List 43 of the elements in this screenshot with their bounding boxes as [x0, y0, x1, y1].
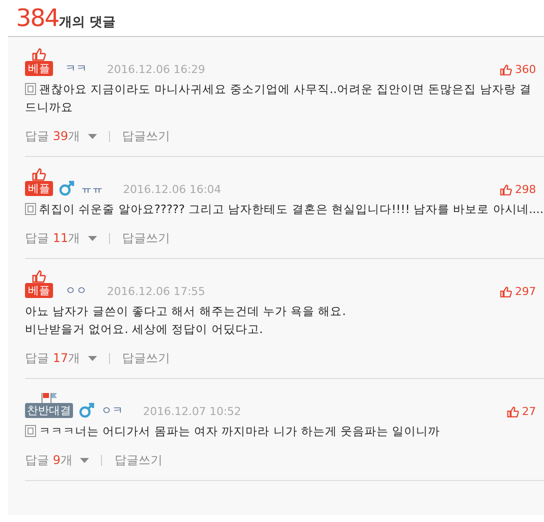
like-count: 297	[515, 285, 536, 298]
like-count: 298	[515, 183, 536, 196]
username[interactable]: ㅋㅋ	[65, 61, 87, 76]
thumbs-up-icon[interactable]	[507, 406, 519, 418]
like-count: 27	[522, 405, 536, 418]
thumbs-up-icon	[32, 48, 46, 61]
best-comment-badge: 베플	[25, 283, 53, 298]
reply-count-link[interactable]: 답글 11개	[25, 230, 80, 247]
reply-count-link[interactable]: 답글 39개	[25, 128, 80, 145]
best-comment-badge: 베플	[25, 61, 53, 76]
comment-date: 2016.12.06 16:29	[107, 63, 206, 76]
write-reply-link[interactable]: 답글쓰기	[114, 452, 162, 469]
username[interactable]: ㅠㅠ	[81, 181, 103, 196]
write-reply-link[interactable]: 답글쓰기	[122, 230, 170, 247]
thumbs-up-icon	[32, 168, 46, 181]
comment-count: 384	[16, 4, 59, 32]
write-reply-link[interactable]: 답글쓰기	[122, 128, 170, 145]
comment-text: 괜찮아요 지금이라도 마니사귀세요 중소기업에 사무직..어려운 집안이면 돈많은집 남자랑 결	[39, 81, 532, 98]
reply-count-link[interactable]: 답글 9개	[25, 452, 72, 469]
comment-date: 2016.12.06 16:04	[123, 183, 222, 196]
thumbs-up-icon[interactable]	[500, 184, 512, 196]
dropdown-caret-icon[interactable]	[80, 458, 90, 463]
username[interactable]: ㅇㅇ	[65, 283, 87, 298]
comment-text: 비난받을거 없어요. 세상에 정답이 어딨다고.	[25, 321, 263, 338]
dropdown-caret-icon[interactable]	[88, 356, 98, 361]
write-reply-link[interactable]: 답글쓰기	[122, 350, 170, 367]
reply-count-link[interactable]: 답글 17개	[25, 350, 80, 367]
comment-text: ㅋㅋㅋ너는 어디가서 몸파는 여자 까지마라 니가 하는게 웃음파는 일이니까	[39, 423, 440, 440]
dropdown-caret-icon[interactable]	[88, 236, 98, 241]
comment-date: 2016.12.06 17:55	[107, 285, 206, 298]
dropdown-caret-icon[interactable]	[88, 134, 98, 139]
thumbs-up-icon	[32, 270, 46, 283]
comment-text: 취집이 쉬운줄 알아요????? 그리고 남자한테도 결혼은 현실입니다!!!! 남자를 바보로 아시네.....	[39, 201, 544, 218]
debate-badge: 찬반대결	[25, 403, 73, 418]
comments-heading: 개의 댓글	[58, 14, 116, 31]
thumbs-up-icon[interactable]	[500, 64, 512, 76]
like-count: 360	[515, 63, 536, 76]
best-comment-badge: 베플	[25, 181, 53, 196]
comment-text: 아뇨 남자가 글쓴이 좋다고 해서 해주는건데 누가 욕을 해요.	[25, 303, 346, 320]
comment-date: 2016.12.07 10:52	[143, 405, 242, 418]
comment-text: 드니까요	[25, 99, 73, 116]
thumbs-up-icon[interactable]	[500, 286, 512, 298]
username[interactable]: ㅇㅋ	[101, 403, 123, 418]
